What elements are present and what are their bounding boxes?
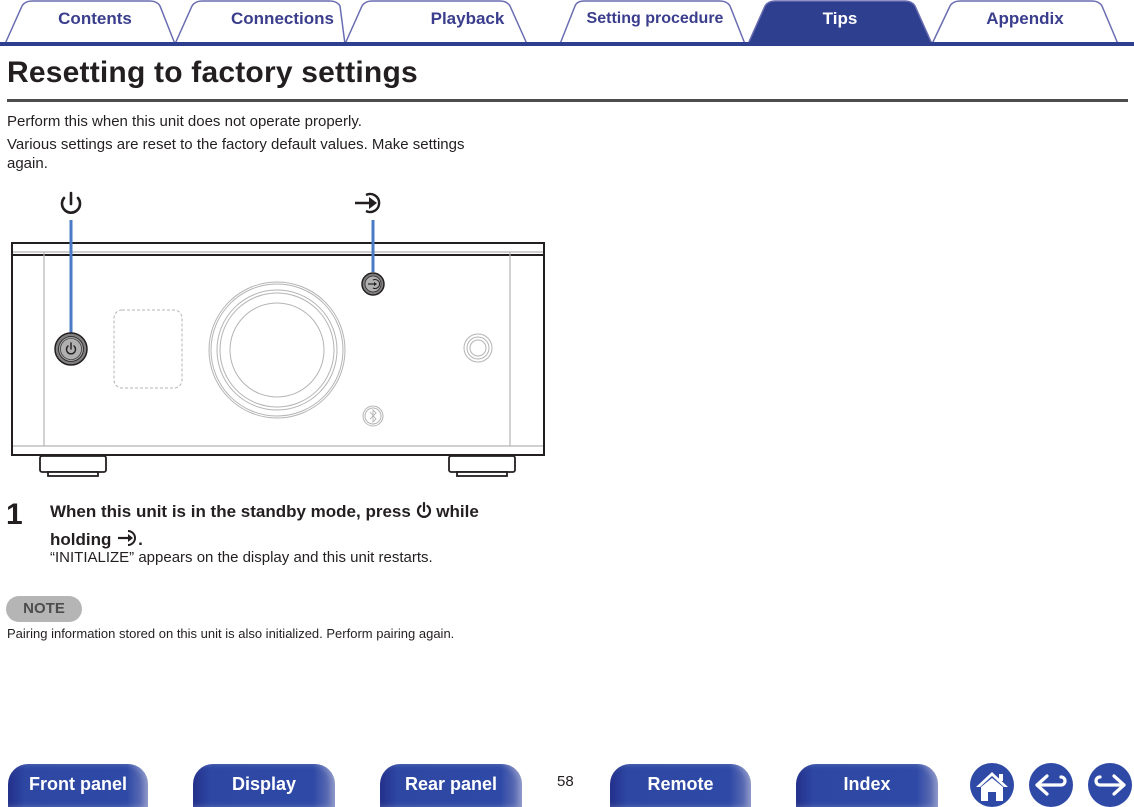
step-text-2: while <box>436 502 479 521</box>
tab-underline <box>0 42 1134 46</box>
step-text-1: When this unit is in the standby mode, p… <box>50 502 411 521</box>
input-button[interactable] <box>361 272 385 296</box>
index-button[interactable]: Index <box>796 764 938 807</box>
note-text: Pairing information stored on this unit … <box>7 626 455 641</box>
forward-button[interactable] <box>1088 763 1132 807</box>
power-icon <box>60 191 82 214</box>
page-number: 58 <box>557 773 574 790</box>
back-button[interactable] <box>1029 763 1073 807</box>
chassis <box>11 254 545 456</box>
step-instruction: When this unit is in the standby mode, p… <box>50 498 540 554</box>
intro-line-2: Various settings are reset to the factor… <box>7 136 465 153</box>
left-foot <box>39 455 107 477</box>
tab-setting-procedure[interactable]: Setting procedure <box>575 10 735 28</box>
step-text-4: . <box>138 530 143 549</box>
tab-playback[interactable]: Playback <box>390 9 545 29</box>
top-rail <box>11 242 545 256</box>
tab-bar: Contents Connections Playback Setting pr… <box>0 0 1134 46</box>
front-panel-button[interactable]: Front panel <box>8 764 148 807</box>
tab-connections[interactable]: Connections <box>200 9 365 29</box>
step-result: “INITIALIZE” appears on the display and … <box>50 549 433 566</box>
page-title: Resetting to factory settings <box>7 56 418 89</box>
power-button[interactable] <box>54 332 88 366</box>
note-badge: NOTE <box>6 596 82 622</box>
remote-button[interactable]: Remote <box>610 764 751 807</box>
input-source-icon <box>118 530 137 546</box>
power-icon <box>416 501 431 518</box>
front-panel-illustration <box>11 191 545 477</box>
bluetooth-button[interactable] <box>362 405 384 427</box>
rear-panel-button[interactable]: Rear panel <box>380 764 522 807</box>
step-text-3: holding <box>50 530 112 549</box>
tab-contents[interactable]: Contents <box>30 9 160 29</box>
title-rule <box>7 99 1128 102</box>
intro-line-3: again. <box>7 155 48 172</box>
display-button[interactable]: Display <box>193 764 335 807</box>
intro-line-1: Perform this when this unit does not ope… <box>7 113 362 130</box>
tab-tips[interactable]: Tips <box>770 9 910 29</box>
home-button[interactable] <box>970 763 1014 807</box>
step-number: 1 <box>6 498 23 531</box>
right-foot <box>448 455 516 477</box>
input-source-icon <box>355 192 381 214</box>
tab-appendix[interactable]: Appendix <box>955 9 1095 29</box>
